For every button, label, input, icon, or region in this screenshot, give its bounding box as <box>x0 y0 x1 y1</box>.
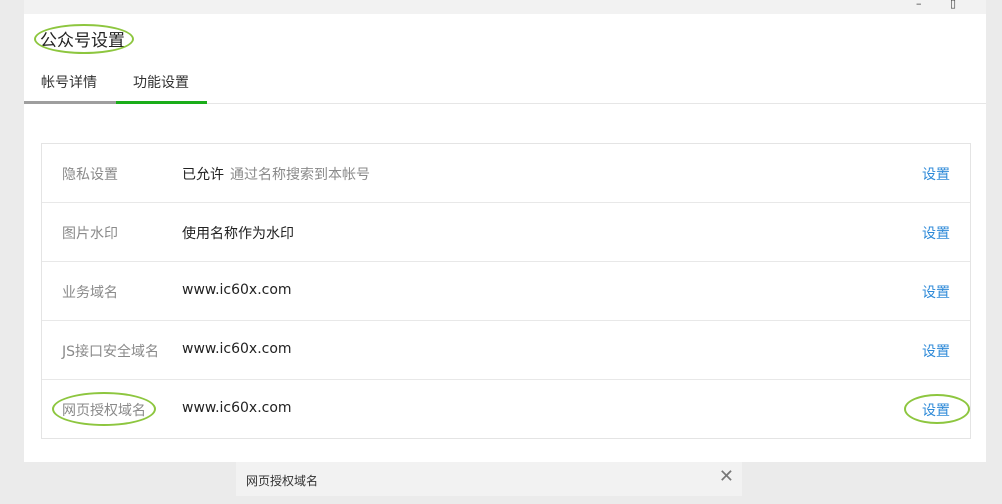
row-value: 使用名称作为水印 <box>182 226 294 242</box>
dialog-tab-bar: 网页授权域名 ✕ <box>236 462 742 496</box>
tab-bar: 帐号详情 功能设置 <box>24 62 986 104</box>
settings-table: 隐私设置 已允许 通过名称搜索到本帐号 设置 图片水印 使用名称作为水印 设置 业… <box>41 143 971 439</box>
minimize-icon[interactable]: – <box>916 0 922 9</box>
settings-link[interactable]: 设置 <box>922 164 950 184</box>
row-label: JS接口安全域名 <box>62 344 160 360</box>
settings-row-privacy: 隐私设置 已允许 通过名称搜索到本帐号 设置 <box>42 144 970 203</box>
maximize-icon[interactable]: ▯ <box>950 0 956 9</box>
row-label: 图片水印 <box>62 226 118 242</box>
row-value: www.ic60x.com <box>182 282 292 298</box>
settings-link[interactable]: 设置 <box>922 400 950 420</box>
settings-panel: 公众号设置 帐号详情 功能设置 隐私设置 已允许 通过名称搜索到本帐号 设置 图片… <box>24 14 986 462</box>
row-note: 通过名称搜索到本帐号 <box>230 167 370 183</box>
settings-link[interactable]: 设置 <box>922 341 950 361</box>
dialog-tab-title: 网页授权域名 <box>246 474 319 488</box>
row-value: www.ic60x.com <box>182 400 292 416</box>
title-highlight-oval <box>34 24 134 54</box>
settings-link[interactable]: 设置 <box>922 223 950 243</box>
window-titlebar: – ▯ <box>24 0 986 14</box>
tab-account-details[interactable]: 帐号详情 <box>41 72 97 92</box>
row-label: 业务域名 <box>62 285 118 301</box>
tab-underline-account <box>24 101 116 104</box>
row-value: www.ic60x.com <box>182 341 292 357</box>
tab-underline-active <box>116 101 207 104</box>
left-margin <box>0 0 24 504</box>
settings-row-js-domain: JS接口安全域名 www.ic60x.com 设置 <box>42 321 970 380</box>
settings-row-business-domain: 业务域名 www.ic60x.com 设置 <box>42 262 970 321</box>
settings-row-oauth-domain: 网页授权域名 www.ic60x.com 设置 <box>42 380 970 438</box>
row-value-text: 已允许 <box>182 167 224 183</box>
settings-row-watermark: 图片水印 使用名称作为水印 设置 <box>42 203 970 262</box>
tab-feature-settings[interactable]: 功能设置 <box>133 72 189 92</box>
close-icon[interactable]: ✕ <box>719 466 734 487</box>
row-label: 网页授权域名 <box>62 403 146 419</box>
right-margin <box>986 0 1002 504</box>
row-label: 隐私设置 <box>62 167 118 183</box>
settings-link[interactable]: 设置 <box>922 282 950 302</box>
row-value: 已允许 通过名称搜索到本帐号 <box>182 164 370 184</box>
